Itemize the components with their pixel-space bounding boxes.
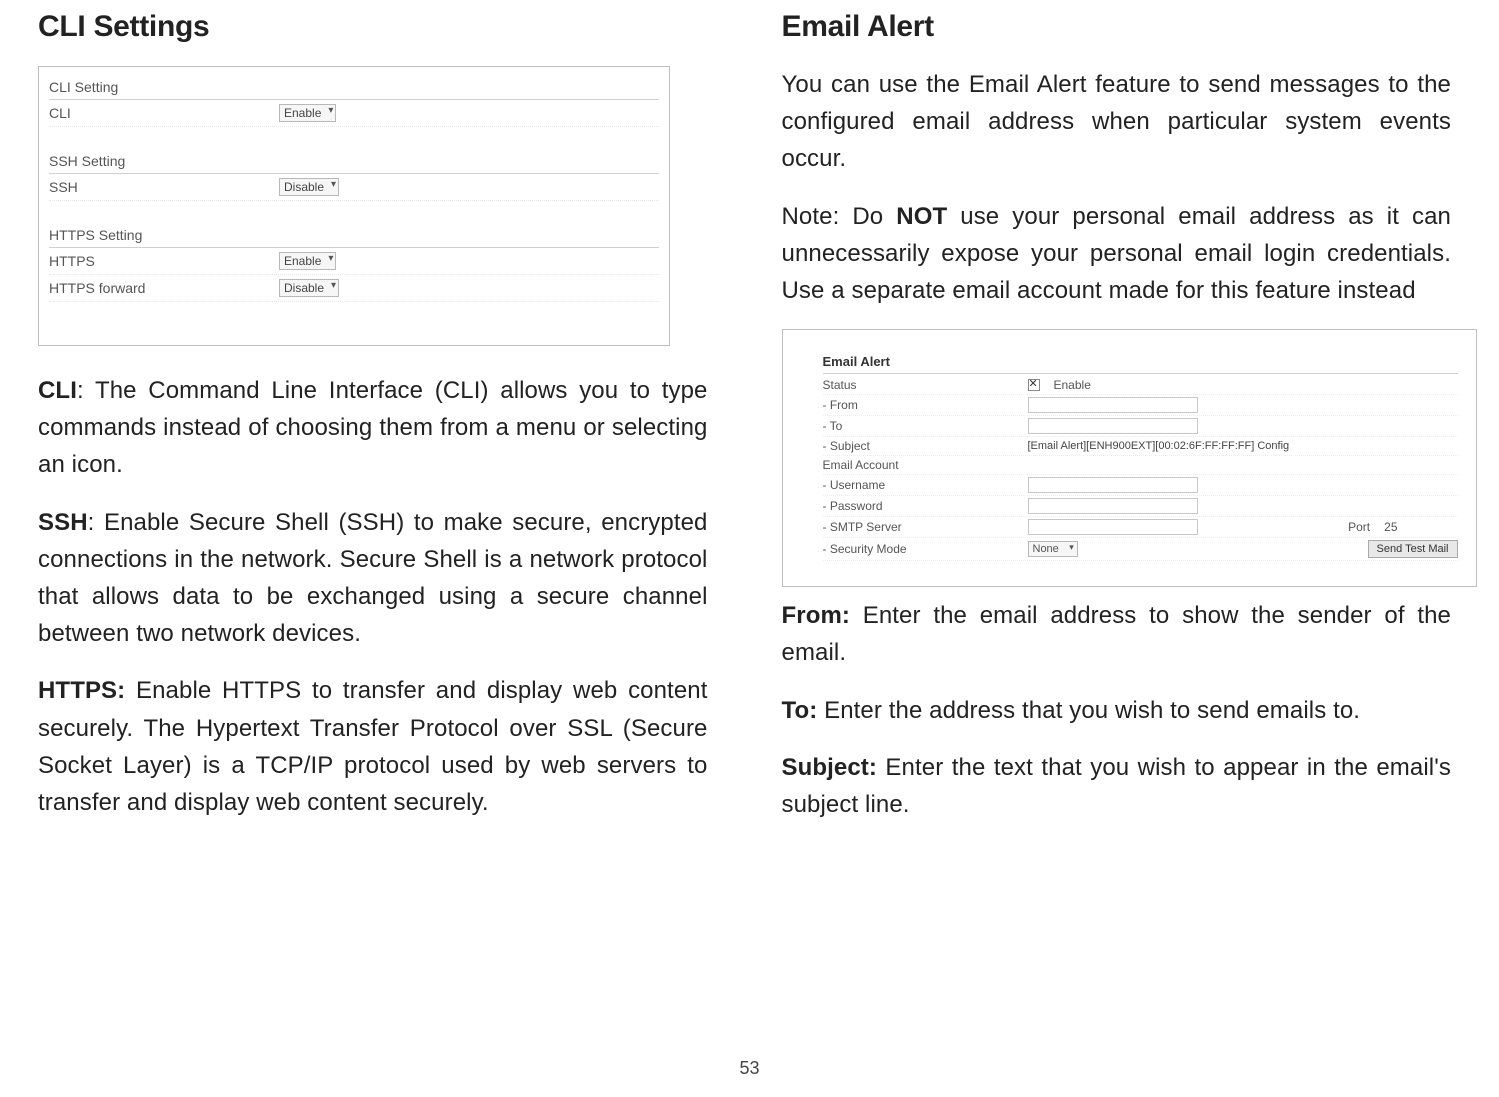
ssh-description-text: : Enable Secure Shell (SSH) to make secu… — [38, 509, 708, 648]
https-forward-row-label: HTTPS forward — [49, 280, 279, 296]
username-label: Username — [823, 478, 1028, 492]
security-mode-select[interactable]: None — [1028, 541, 1078, 557]
cli-description: CLI: The Command Line Interface (CLI) al… — [38, 372, 708, 484]
subject-bold: Subject: — [782, 754, 877, 781]
ssh-label-bold: SSH — [38, 509, 88, 536]
ssh-select[interactable]: Disable — [279, 178, 339, 196]
cli-label-bold: CLI — [38, 377, 77, 404]
https-select[interactable]: Enable — [279, 252, 336, 270]
port-value: 25 — [1384, 520, 1397, 534]
status-value: Enable — [1054, 378, 1091, 392]
from-input[interactable] — [1028, 397, 1198, 413]
subject-label: Subject — [823, 439, 1028, 453]
subject-text: Enter the text that you wish to appear i… — [782, 754, 1452, 818]
security-mode-label: Security Mode — [823, 542, 1028, 556]
from-label: From — [823, 398, 1028, 412]
status-label: Status — [823, 378, 1028, 392]
note-pre: Note: Do — [782, 203, 897, 230]
from-description: From: Enter the email address to show th… — [782, 597, 1452, 671]
send-test-mail-button[interactable]: Send Test Mail — [1368, 540, 1458, 558]
https-description: HTTPS: Enable HTTPS to transfer and disp… — [38, 672, 708, 821]
https-label-bold: HTTPS: — [38, 677, 125, 704]
subject-value: [Email Alert][ENH900EXT][00:02:6F:FF:FF:… — [1028, 440, 1290, 452]
subject-description: Subject: Enter the text that you wish to… — [782, 749, 1452, 823]
from-bold: From: — [782, 602, 851, 629]
password-input[interactable] — [1028, 498, 1198, 514]
note-bold: NOT — [896, 203, 947, 230]
smtp-server-label: SMTP Server — [823, 520, 1028, 534]
cli-setting-section-title: CLI Setting — [49, 73, 659, 100]
to-input[interactable] — [1028, 418, 1198, 434]
email-alert-heading: Email Alert — [782, 10, 1452, 44]
ssh-setting-section-title: SSH Setting — [49, 147, 659, 174]
https-setting-section-title: HTTPS Setting — [49, 221, 659, 248]
email-alert-note: Note: Do NOT use your personal email add… — [782, 198, 1452, 310]
https-row-label: HTTPS — [49, 253, 279, 269]
email-account-label: Email Account — [823, 458, 1028, 472]
ssh-description: SSH: Enable Secure Shell (SSH) to make s… — [38, 504, 708, 653]
email-alert-intro: You can use the Email Alert feature to s… — [782, 66, 1452, 178]
ssh-row-label: SSH — [49, 179, 279, 195]
to-label: To — [823, 419, 1028, 433]
username-input[interactable] — [1028, 477, 1198, 493]
email-alert-screenshot: Email Alert Status Enable From To Subjec… — [782, 329, 1477, 587]
right-column: Email Alert You can use the Email Alert … — [782, 10, 1452, 843]
cli-settings-heading: CLI Settings — [38, 10, 708, 44]
smtp-server-input[interactable] — [1028, 519, 1198, 535]
cli-row-label: CLI — [49, 105, 279, 121]
to-description: To: Enter the address that you wish to s… — [782, 692, 1452, 729]
https-description-text: Enable HTTPS to transfer and display web… — [38, 677, 708, 816]
cli-description-text: : The Command Line Interface (CLI) allow… — [38, 377, 708, 478]
from-text: Enter the email address to show the send… — [782, 602, 1452, 666]
cli-select[interactable]: Enable — [279, 104, 336, 122]
email-alert-section-title: Email Alert — [823, 354, 1458, 374]
password-label: Password — [823, 499, 1028, 513]
cli-settings-screenshot: CLI Setting CLI Enable SSH Setting SSH D… — [38, 66, 670, 346]
left-column: CLI Settings CLI Setting CLI Enable SSH … — [38, 10, 708, 843]
to-text: Enter the address that you wish to send … — [817, 697, 1360, 724]
page-number: 53 — [0, 1058, 1499, 1079]
enable-checkbox[interactable] — [1028, 379, 1040, 391]
to-bold: To: — [782, 697, 818, 724]
port-label: Port — [1348, 520, 1370, 534]
https-forward-select[interactable]: Disable — [279, 279, 339, 297]
